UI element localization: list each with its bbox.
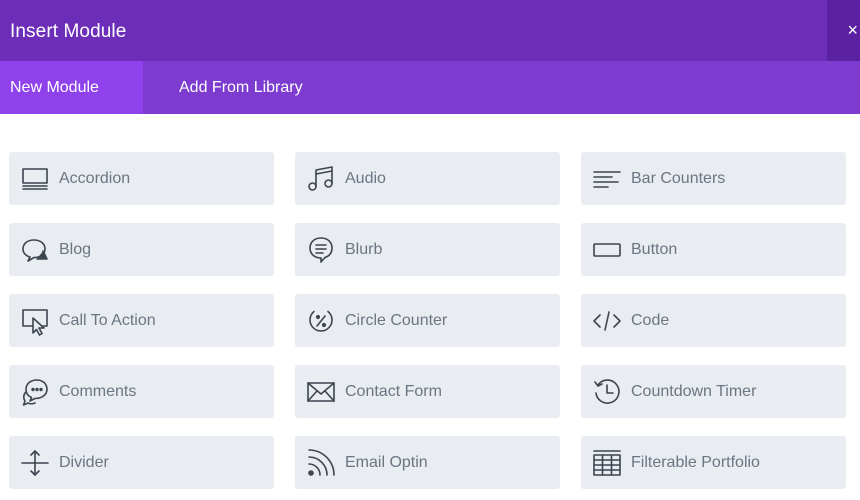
module-label: Bar Counters bbox=[631, 170, 726, 187]
module-filterable-portfolio[interactable]: Filterable Portfolio bbox=[581, 436, 846, 489]
module-label: Countdown Timer bbox=[631, 383, 757, 400]
rss-icon bbox=[305, 448, 337, 478]
module-accordion[interactable]: Accordion bbox=[9, 152, 274, 205]
grid-table-icon bbox=[591, 448, 623, 478]
module-button[interactable]: Button bbox=[581, 223, 846, 276]
module-label: Blurb bbox=[345, 241, 383, 258]
module-label: Circle Counter bbox=[345, 312, 448, 329]
module-label: Contact Form bbox=[345, 383, 442, 400]
module-email-optin[interactable]: Email Optin bbox=[295, 436, 560, 489]
module-grid: Accordion Audio Bar Counters Blog Blurb … bbox=[9, 152, 846, 489]
tab-add-from-library[interactable]: Add From Library bbox=[179, 61, 303, 114]
insert-module-modal: Insert Module × New Module Add From Libr… bbox=[0, 0, 860, 500]
tab-bar: New Module Add From Library bbox=[0, 61, 860, 114]
bar-counters-icon bbox=[591, 164, 623, 194]
blog-icon bbox=[19, 235, 51, 265]
module-label: Filterable Portfolio bbox=[631, 454, 760, 471]
module-label: Divider bbox=[59, 454, 109, 471]
module-label: Audio bbox=[345, 170, 386, 187]
module-code[interactable]: Code bbox=[581, 294, 846, 347]
module-label: Code bbox=[631, 312, 670, 329]
module-countdown-timer[interactable]: Countdown Timer bbox=[581, 365, 846, 418]
call-to-action-icon bbox=[19, 306, 51, 336]
modal-title: Insert Module bbox=[10, 21, 127, 42]
accordion-icon bbox=[19, 164, 51, 194]
module-label: Email Optin bbox=[345, 454, 428, 471]
comments-icon bbox=[19, 377, 51, 407]
module-blog[interactable]: Blog bbox=[9, 223, 274, 276]
circle-counter-icon bbox=[305, 306, 337, 336]
blurb-icon bbox=[305, 235, 337, 265]
module-comments[interactable]: Comments bbox=[9, 365, 274, 418]
envelope-icon bbox=[305, 377, 337, 407]
module-label: Accordion bbox=[59, 170, 131, 187]
module-bar-counters[interactable]: Bar Counters bbox=[581, 152, 846, 205]
module-label: Call To Action bbox=[59, 312, 156, 329]
close-icon: × bbox=[847, 20, 858, 40]
module-audio[interactable]: Audio bbox=[295, 152, 560, 205]
module-label: Button bbox=[631, 241, 678, 258]
module-call-to-action[interactable]: Call To Action bbox=[9, 294, 274, 347]
code-icon bbox=[591, 306, 623, 336]
module-contact-form[interactable]: Contact Form bbox=[295, 365, 560, 418]
modal-header: Insert Module × bbox=[0, 0, 860, 61]
music-note-icon bbox=[305, 164, 337, 194]
module-divider[interactable]: Divider bbox=[9, 436, 274, 489]
countdown-timer-icon bbox=[591, 377, 623, 407]
module-label: Blog bbox=[59, 241, 92, 258]
module-blurb[interactable]: Blurb bbox=[295, 223, 560, 276]
divider-icon bbox=[19, 448, 51, 478]
module-circle-counter[interactable]: Circle Counter bbox=[295, 294, 560, 347]
module-label: Comments bbox=[59, 383, 137, 400]
tab-new-module[interactable]: New Module bbox=[0, 61, 143, 114]
close-button[interactable]: × bbox=[827, 0, 860, 61]
button-icon bbox=[591, 235, 623, 265]
